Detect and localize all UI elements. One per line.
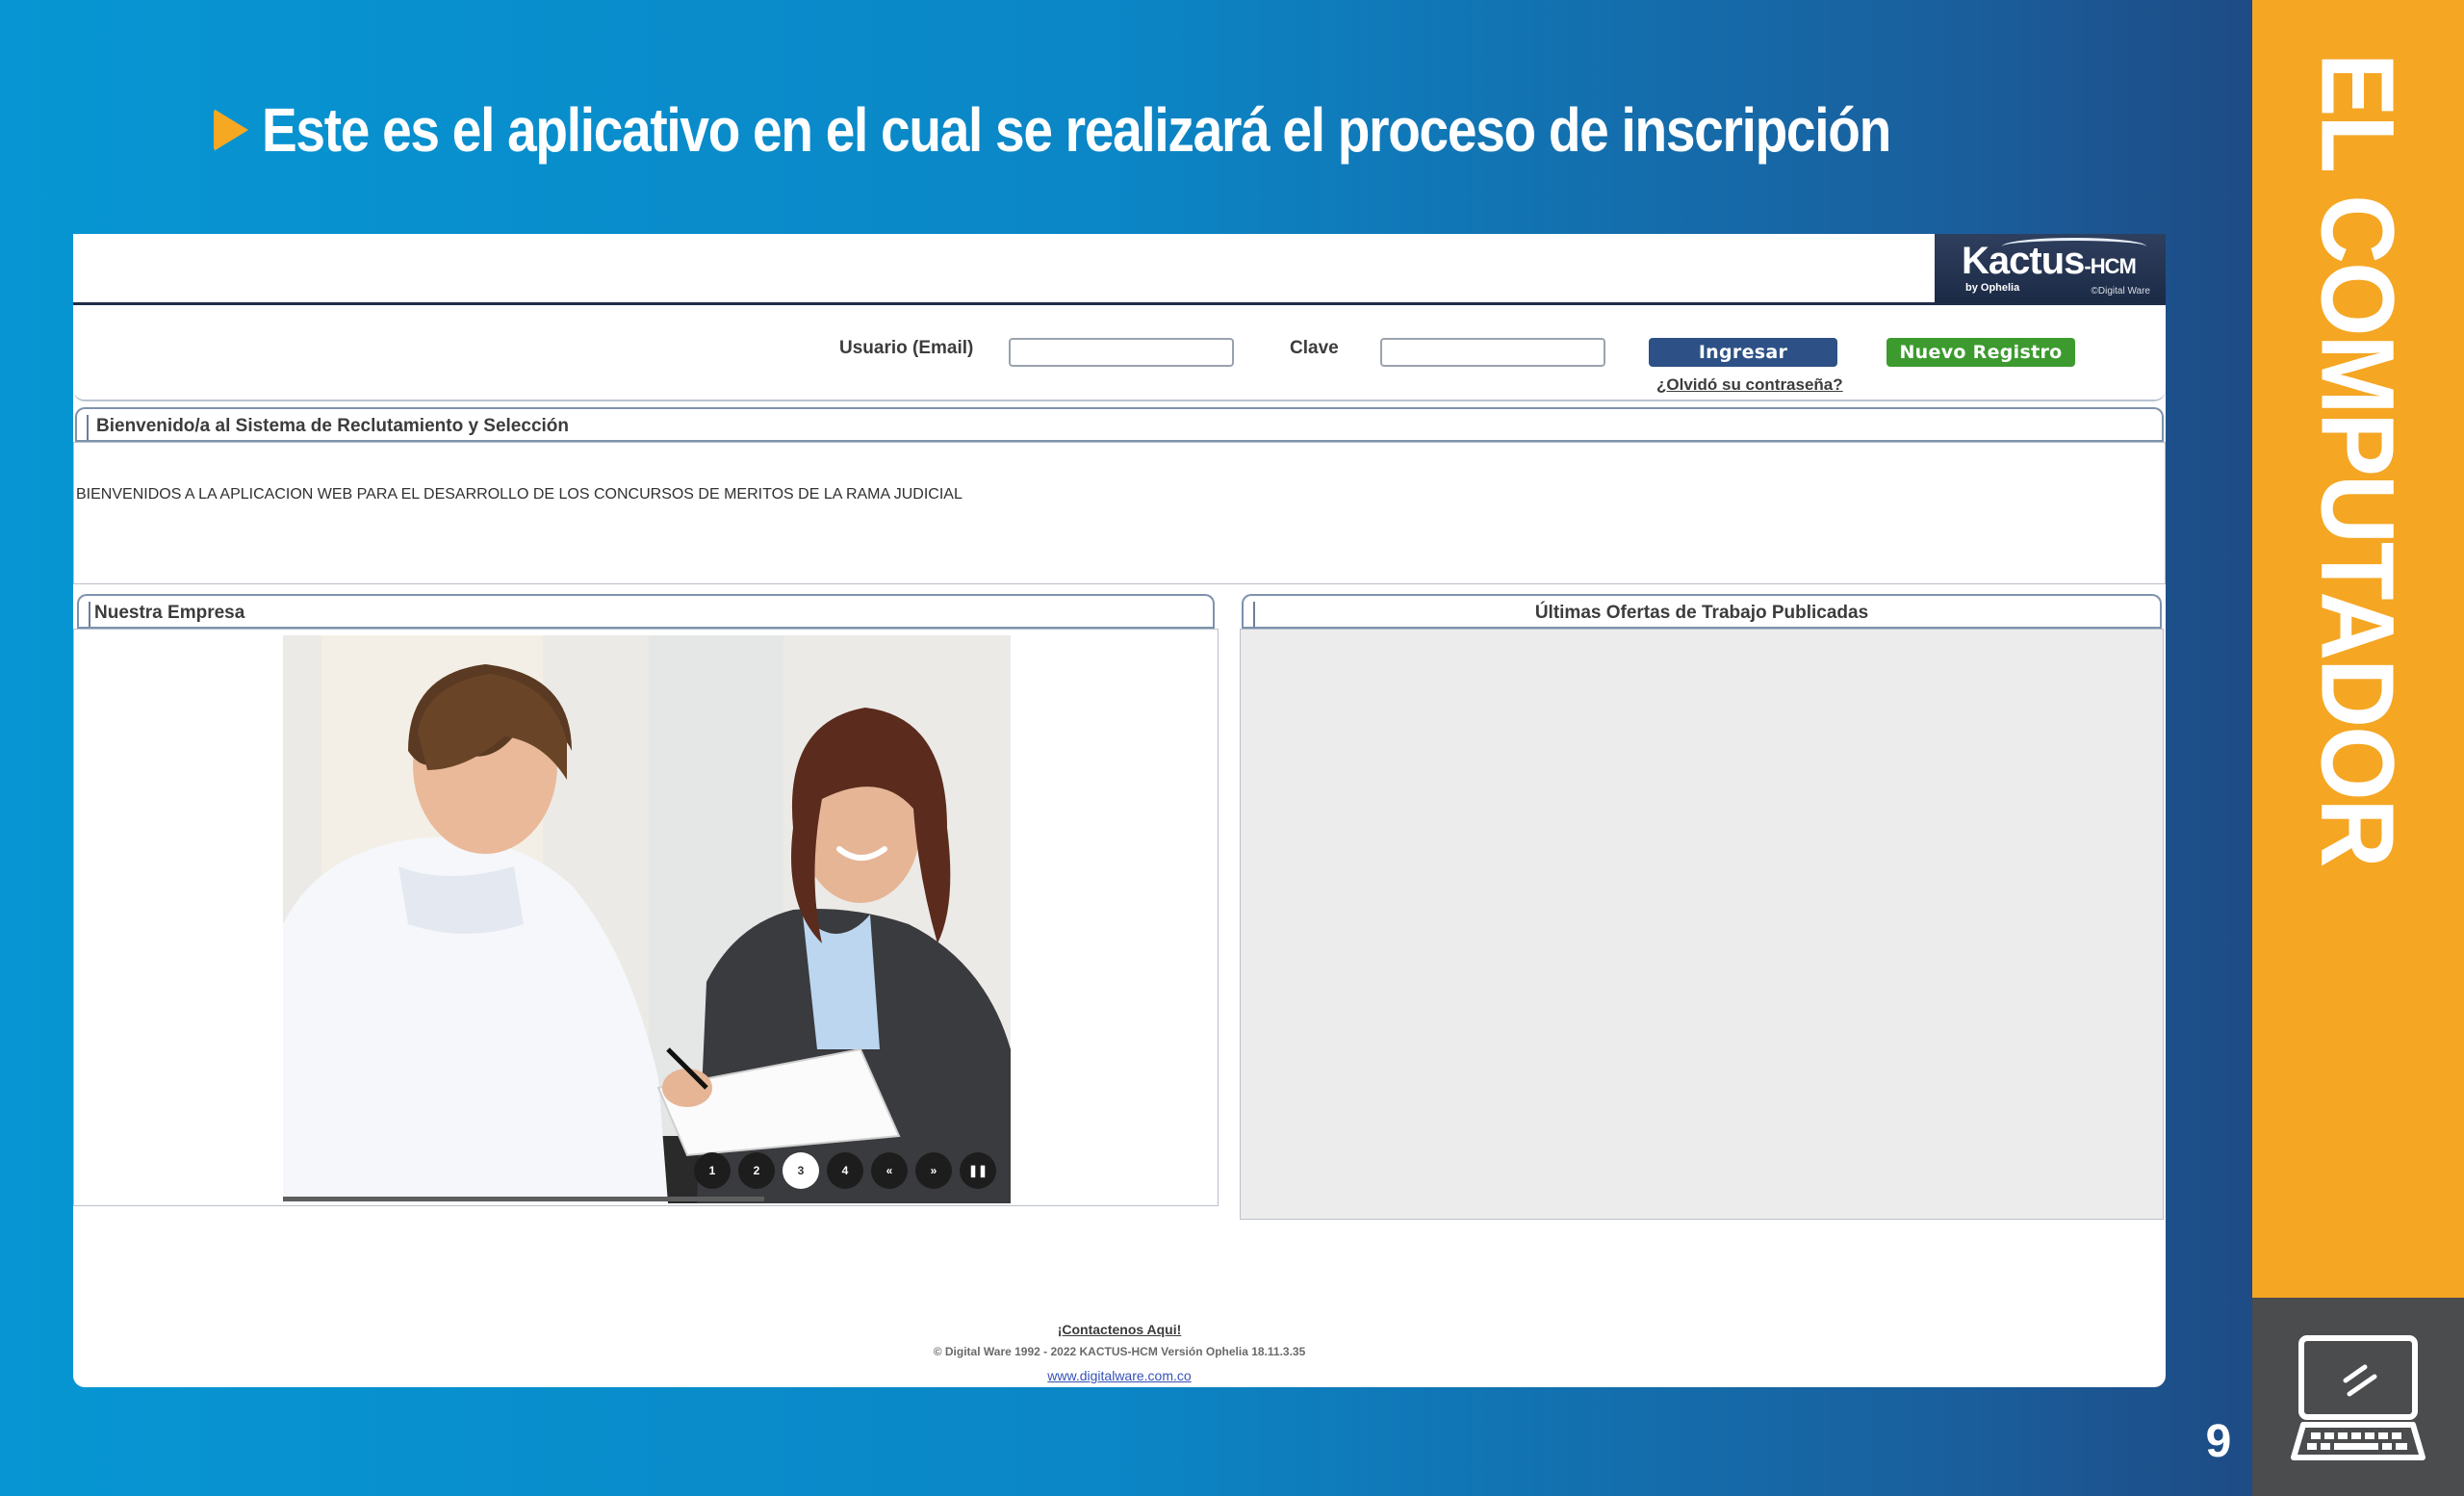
logo-copyright: ©Digital Ware bbox=[2091, 286, 2150, 297]
login-bar: Usuario (Email) Clave Ingresar Nuevo Reg… bbox=[73, 309, 2166, 401]
company-photo bbox=[283, 635, 1011, 1203]
slider-prev-button[interactable]: « bbox=[871, 1152, 908, 1189]
app-top-bar: Kactus-HCM by Ophelia ©Digital Ware bbox=[73, 234, 2166, 305]
kactus-logo: Kactus-HCM by Ophelia ©Digital Ware bbox=[1935, 234, 2166, 303]
logo-sub-text: by Ophelia bbox=[1965, 282, 2020, 294]
forgot-password-link[interactable]: ¿Olvidó su contraseña? bbox=[1656, 375, 1843, 395]
welcome-panel-body bbox=[73, 442, 2166, 584]
company-panel-title: Nuestra Empresa bbox=[94, 603, 245, 623]
footer-copyright: © Digital Ware 1992 - 2022 KACTUS-HCM Ve… bbox=[933, 1345, 1306, 1358]
slider-page-2[interactable]: 2 bbox=[738, 1152, 775, 1189]
slide-title-text: Este es el aplicativo en el cual se real… bbox=[262, 95, 1891, 165]
login-button[interactable]: Ingresar bbox=[1649, 338, 1837, 367]
interview-photo-illustration bbox=[283, 635, 1011, 1203]
slider-progress-bar bbox=[283, 1197, 764, 1201]
header-accent-bar bbox=[87, 415, 89, 442]
website-link-text[interactable]: www.digitalware.com.co bbox=[1047, 1368, 1191, 1383]
offers-panel-body bbox=[1240, 629, 2164, 1220]
contact-link-text[interactable]: ¡Contactenos Aqui! bbox=[1058, 1322, 1182, 1337]
welcome-panel-title: Bienvenido/a al Sistema de Reclutamiento… bbox=[96, 416, 570, 436]
contact-link[interactable]: ¡Contactenos Aqui! bbox=[73, 1322, 2166, 1337]
footer-website-link[interactable]: www.digitalware.com.co bbox=[73, 1368, 2166, 1383]
new-register-button[interactable]: Nuevo Registro bbox=[1886, 338, 2075, 367]
slider-next-button[interactable]: » bbox=[915, 1152, 952, 1189]
welcome-text: BIENVENIDOS A LA APLICACION WEB PARA EL … bbox=[76, 486, 962, 503]
password-label: Clave bbox=[1290, 338, 1339, 358]
welcome-panel-header: Bienvenido/a al Sistema de Reclutamiento… bbox=[75, 407, 2164, 442]
slider-pause-button[interactable]: ❚❚ bbox=[960, 1152, 996, 1189]
side-footer bbox=[2252, 1298, 2464, 1496]
side-label-text: EL COMPUTADOR bbox=[2299, 53, 2417, 866]
header-accent-bar bbox=[89, 602, 90, 629]
slide-title: Este es el aplicativo en el cual se real… bbox=[214, 91, 2155, 168]
computer-icon bbox=[2291, 1335, 2426, 1460]
password-input[interactable] bbox=[1380, 338, 1605, 367]
slider-page-4[interactable]: 4 bbox=[827, 1152, 863, 1189]
page-number: 9 bbox=[2205, 1416, 2232, 1467]
slider-page-1[interactable]: 1 bbox=[694, 1152, 731, 1189]
offers-panel-title: Últimas Ofertas de Trabajo Publicadas bbox=[1534, 603, 1869, 623]
logo-suffix: -HCM bbox=[2084, 254, 2136, 278]
app-window: Kactus-HCM by Ophelia ©Digital Ware Usua… bbox=[73, 234, 2166, 1387]
user-email-input[interactable] bbox=[1009, 338, 1234, 367]
logo-main-text: Kactus-HCM bbox=[1962, 240, 2137, 283]
logo-word: Kactus bbox=[1962, 240, 2085, 282]
play-triangle-icon bbox=[214, 109, 248, 151]
slider-controls: 1 2 3 4 « » ❚❚ bbox=[694, 1152, 996, 1189]
user-label: Usuario (Email) bbox=[839, 338, 974, 358]
slider-page-3[interactable]: 3 bbox=[783, 1152, 819, 1189]
side-band-label: EL COMPUTADOR bbox=[2252, 0, 2464, 1298]
offers-panel-header: Últimas Ofertas de Trabajo Publicadas bbox=[1242, 594, 2162, 629]
company-panel-header: Nuestra Empresa bbox=[77, 594, 1215, 629]
